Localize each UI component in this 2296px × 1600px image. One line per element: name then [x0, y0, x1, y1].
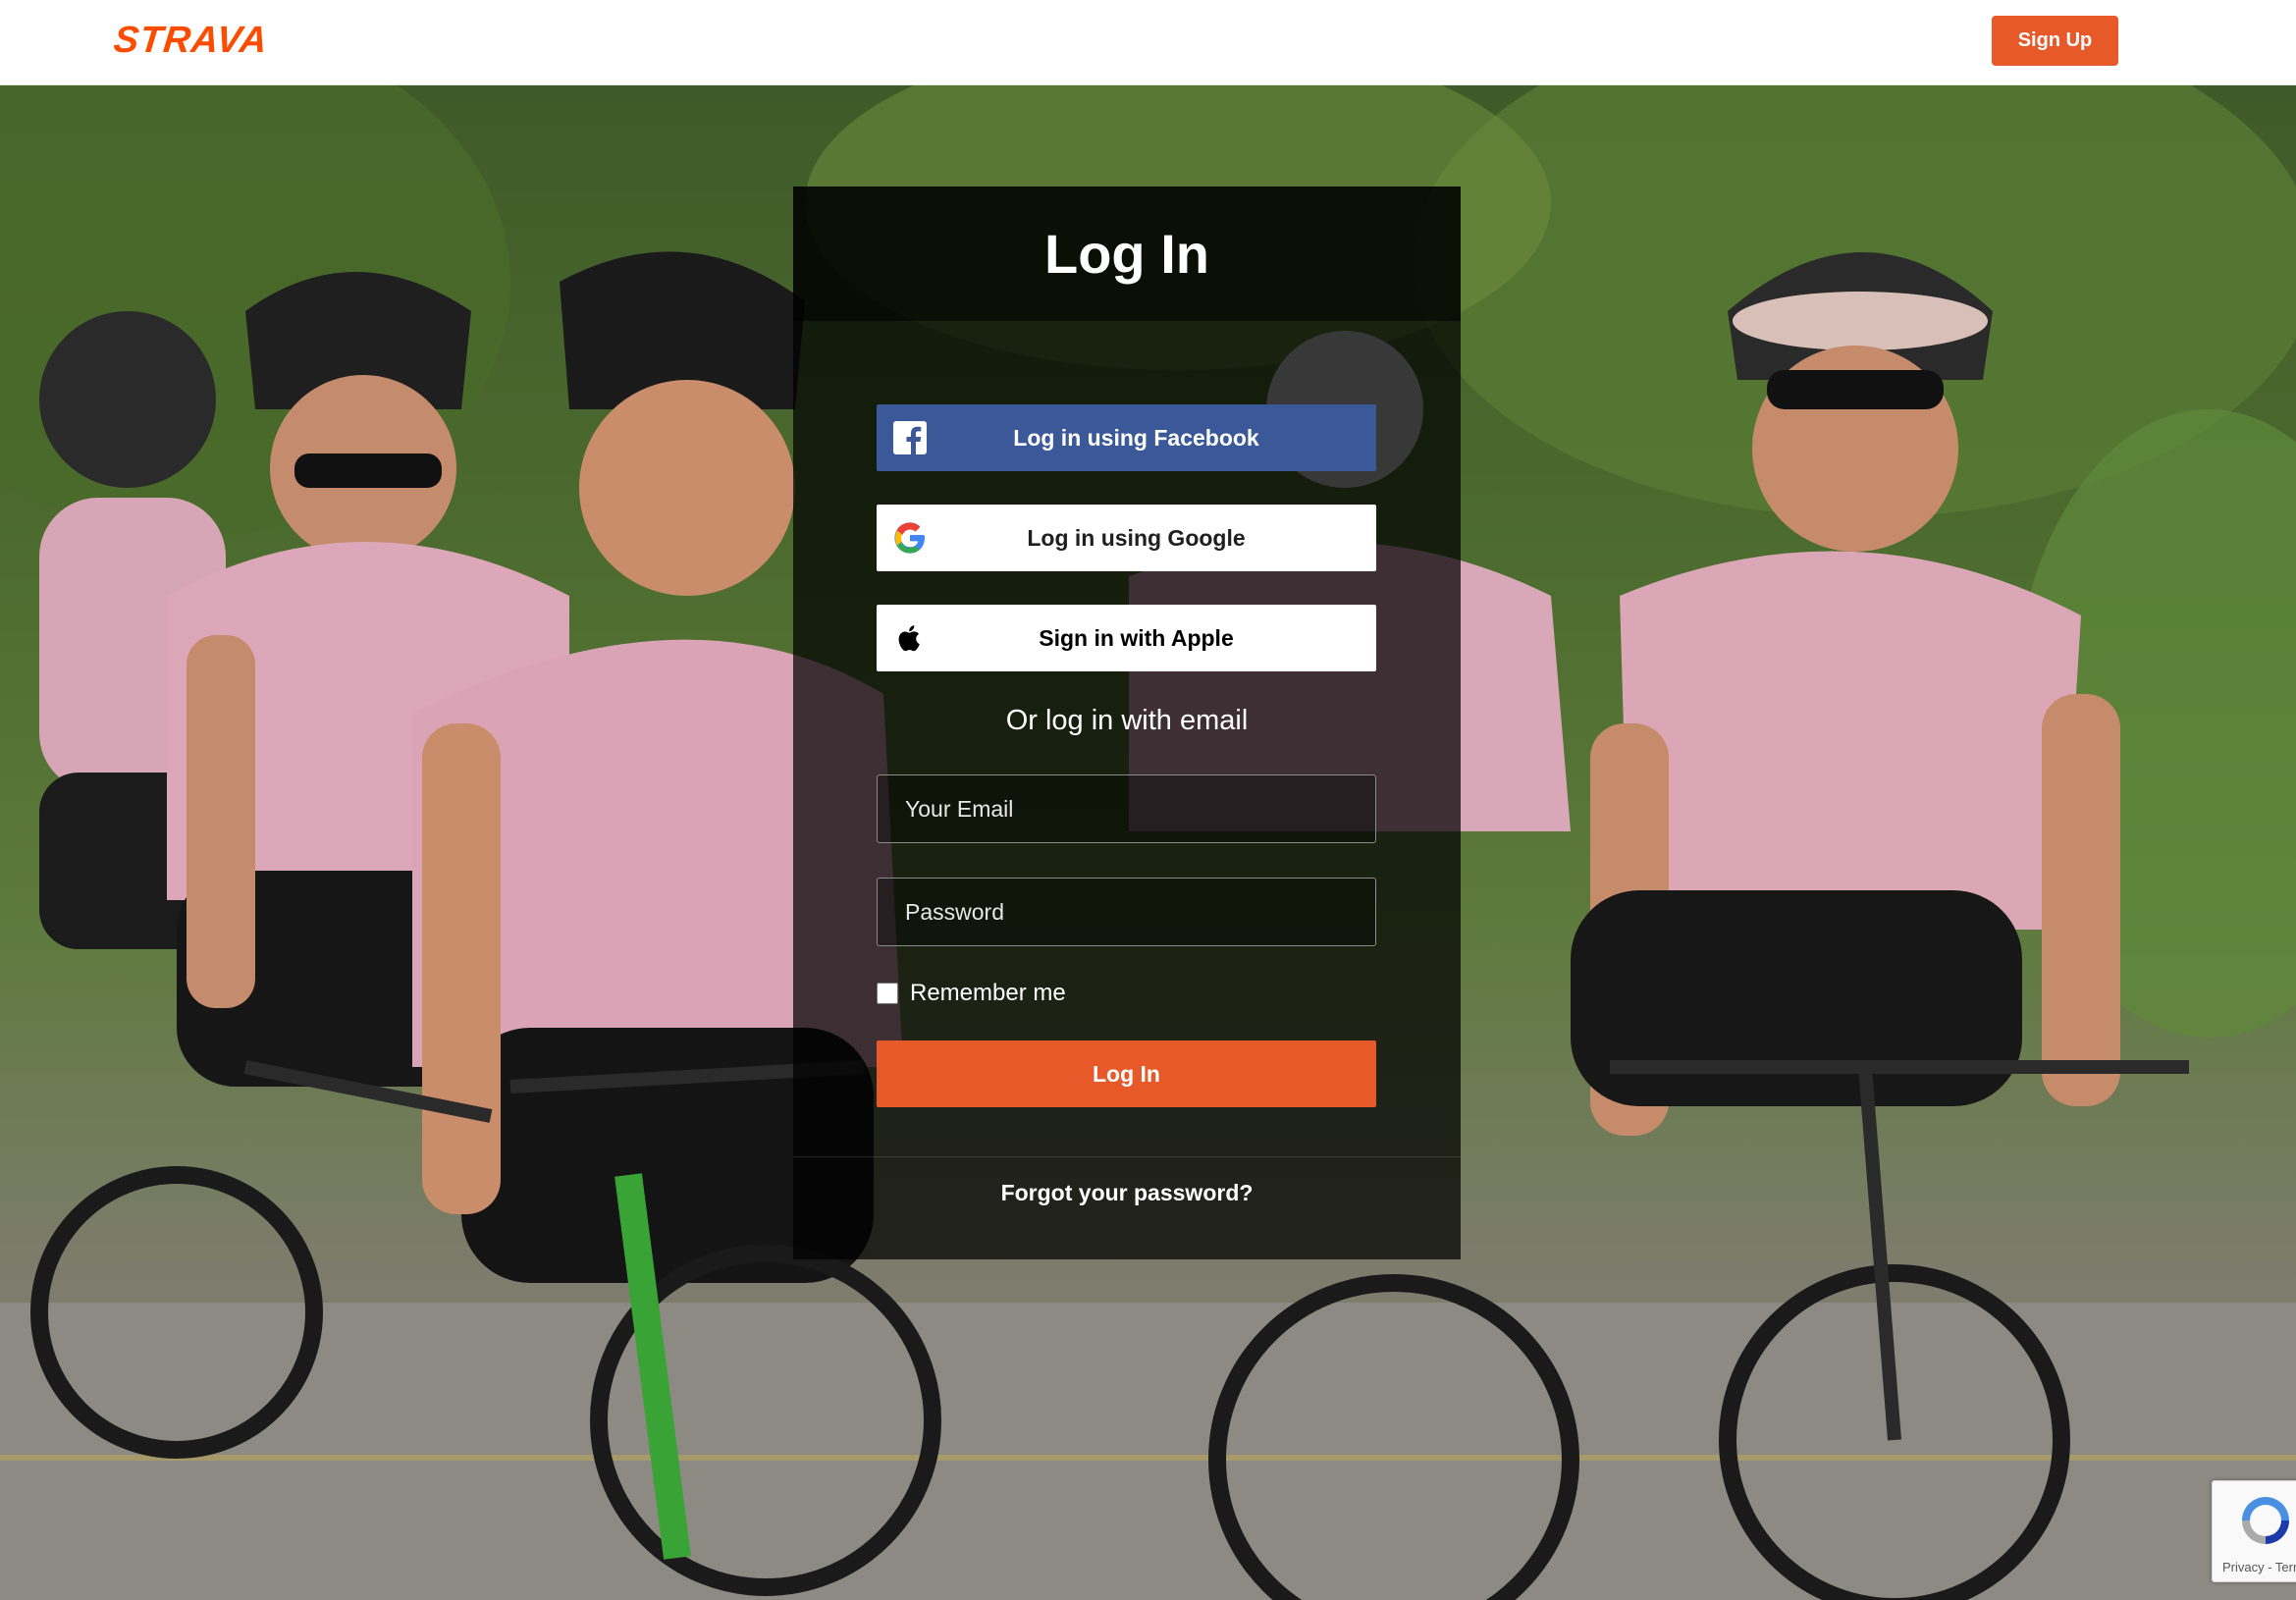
sign-up-button[interactable]: Sign Up: [1992, 16, 2118, 66]
top-nav: STRAVA Sign Up: [0, 0, 2296, 85]
apple-icon: [893, 621, 927, 655]
google-icon: [893, 521, 927, 555]
forgot-password-link[interactable]: Forgot your password?: [793, 1180, 1461, 1206]
login-panel: Log In Log in using Facebook Log in usin…: [793, 187, 1461, 1259]
recaptcha-icon: [2242, 1497, 2289, 1544]
recaptcha-badge[interactable]: Privacy - Terms: [2212, 1480, 2296, 1582]
login-title: Log In: [1044, 223, 1209, 285]
remember-me-checkbox[interactable]: [877, 983, 898, 1004]
facebook-login-button[interactable]: Log in using Facebook: [877, 404, 1376, 471]
or-email-divider-text: Or log in with email: [1005, 705, 1249, 736]
recaptcha-links[interactable]: Privacy - Terms: [2222, 1560, 2296, 1574]
facebook-login-label: Log in using Facebook: [1013, 424, 1259, 451]
email-field[interactable]: [877, 774, 1376, 843]
login-submit-button[interactable]: Log In: [877, 1040, 1376, 1107]
remember-me-label[interactable]: Remember me: [910, 980, 1066, 1007]
login-panel-header: Log In: [793, 187, 1461, 321]
strava-logo[interactable]: STRAVA: [112, 20, 270, 62]
google-login-button[interactable]: Log in using Google: [877, 505, 1376, 571]
google-login-label: Log in using Google: [1027, 524, 1246, 551]
password-field[interactable]: [877, 878, 1376, 946]
apple-login-label: Sign in with Apple: [1039, 624, 1234, 651]
panel-divider: [793, 1156, 1461, 1157]
apple-login-button[interactable]: Sign in with Apple: [877, 605, 1376, 671]
facebook-icon: [893, 421, 927, 454]
remember-me-row: Remember me: [877, 979, 1066, 1008]
